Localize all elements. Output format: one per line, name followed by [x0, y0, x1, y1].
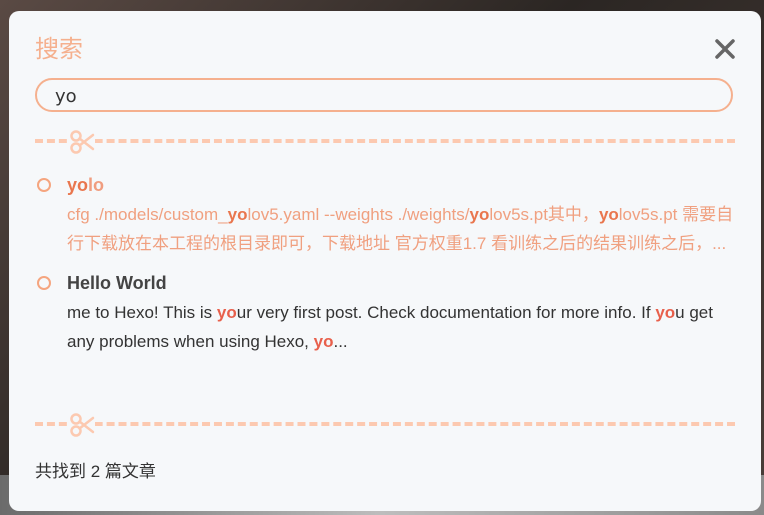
snippet-highlight: yo: [313, 332, 334, 351]
snippet-highlight: yo: [216, 303, 237, 322]
snippet-text: me to Hexo! This is: [67, 303, 217, 322]
divider-top: [35, 129, 735, 155]
scissors-icon: [69, 129, 95, 155]
snippet-text: ur very first post. Check documentation …: [236, 303, 656, 322]
snippet-highlight: yo: [227, 205, 248, 224]
search-input[interactable]: [53, 80, 717, 112]
scissors-icon: [69, 412, 95, 438]
snippet-highlight: yo: [469, 205, 490, 224]
snippet-text: cfg ./models/custom_: [67, 205, 228, 224]
title-rest: lo: [88, 175, 105, 195]
result-snippet: me to Hexo! This is your very first post…: [67, 298, 735, 356]
search-dialog: 搜索 yolo cfg ./models/custom_yolov5.yaml …: [9, 11, 761, 511]
results-count: 共找到 2 篇文章: [35, 462, 156, 481]
result-title[interactable]: yolo: [67, 171, 735, 199]
circle-bullet-icon: [37, 178, 51, 192]
dashed-line: [35, 139, 735, 143]
snippet-highlight: yo: [598, 205, 619, 224]
dashed-line: [35, 422, 735, 426]
close-icon[interactable]: [711, 35, 739, 63]
snippet-text: lov5.yaml --weights ./weights/: [247, 205, 470, 224]
search-field[interactable]: [35, 78, 733, 112]
result-item[interactable]: yolo cfg ./models/custom_yolov5.yaml --w…: [35, 171, 735, 258]
snippet-highlight: yo: [655, 303, 676, 322]
snippet-text: ...: [333, 332, 348, 351]
snippet-text: lov5s.pt其中，: [489, 205, 599, 224]
divider-bottom: [35, 412, 735, 438]
result-snippet: cfg ./models/custom_yolov5.yaml --weight…: [67, 200, 735, 258]
close-icon-glyph: [715, 39, 735, 59]
result-title[interactable]: Hello World: [67, 269, 735, 297]
circle-bullet-icon: [37, 276, 51, 290]
title-highlight: yo: [67, 175, 89, 195]
search-results: yolo cfg ./models/custom_yolov5.yaml --w…: [35, 171, 735, 367]
result-item[interactable]: Hello World me to Hexo! This is your ver…: [35, 269, 735, 356]
dialog-title: 搜索: [35, 35, 83, 63]
